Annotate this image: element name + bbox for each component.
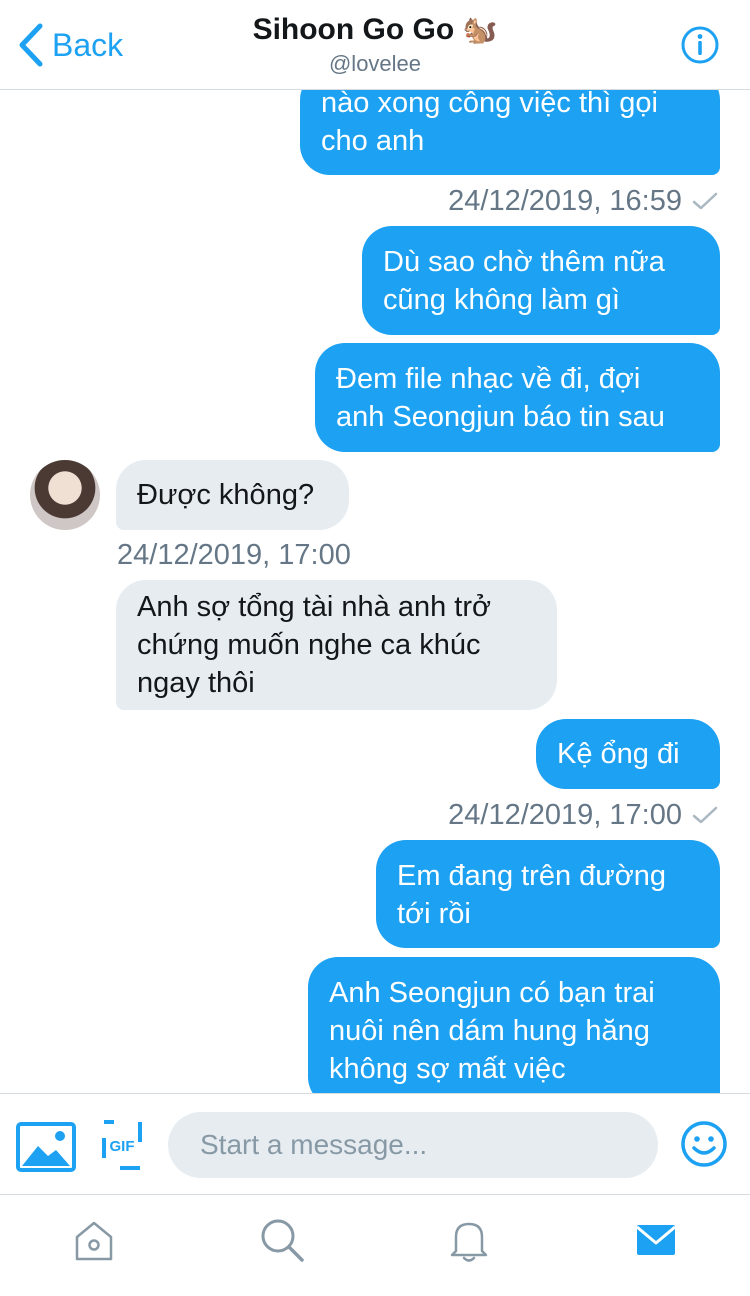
read-check-icon [692, 806, 718, 824]
message-timestamp: 24/12/2019, 17:00 [117, 537, 351, 573]
message-timestamp: 24/12/2019, 17:00 [448, 797, 718, 833]
bottom-tab-bar [0, 1194, 750, 1296]
gif-icon: GIF [102, 1120, 142, 1170]
message-bubble-outgoing[interactable]: Anh Seongjun có bạn trai nuôi nên dám hu… [308, 957, 720, 1093]
image-icon[interactable] [16, 1122, 76, 1172]
message-thread[interactable]: nào xong công việc thì gọi cho anh 24/12… [0, 90, 750, 1093]
chipmunk-emoji: 🐿️ [462, 14, 498, 45]
search-icon[interactable] [257, 1215, 307, 1265]
message-bubble-outgoing[interactable]: Kệ ổng đi [536, 719, 720, 789]
info-icon[interactable] [680, 25, 720, 65]
message-text: Anh Seongjun có bạn trai nuôi nên dám hu… [329, 977, 655, 1085]
message-text: Kệ ổng đi [557, 738, 680, 770]
timestamp-text: 24/12/2019, 17:00 [117, 539, 351, 571]
back-label: Back [52, 26, 124, 63]
messages-icon[interactable] [631, 1215, 681, 1265]
message-input[interactable] [168, 1112, 658, 1178]
message-text: Dù sao chờ thêm nữa cũng không làm gì [383, 246, 665, 316]
conversation-header: Back Sihoon Go Go 🐿️ @lovelee [0, 0, 750, 90]
svg-text:GIF: GIF [110, 1138, 135, 1155]
notifications-icon[interactable] [444, 1215, 494, 1265]
conversation-title-block[interactable]: Sihoon Go Go 🐿️ @lovelee [180, 10, 570, 78]
message-bubble-outgoing[interactable]: Em đang trên đường tới rồi [376, 840, 720, 948]
timestamp-text: 24/12/2019, 16:59 [448, 185, 682, 217]
contact-handle: @lovelee [328, 51, 422, 76]
message-text: Được không? [137, 479, 315, 511]
message-text: Anh sợ tổng tài nhà anh trở chứng muốn n… [137, 591, 492, 699]
contact-avatar[interactable] [30, 460, 100, 530]
message-bubble-outgoing[interactable]: nào xong công việc thì gọi cho anh [300, 90, 720, 175]
emoji-icon[interactable] [680, 1120, 728, 1168]
message-text: Đem file nhạc về đi, đợi anh Seongjun bá… [336, 363, 665, 433]
back-button[interactable]: Back [16, 22, 123, 68]
message-text: Em đang trên đường tới rồi [397, 860, 666, 930]
message-text: nào xong công việc thì gọi cho anh [321, 90, 658, 157]
home-icon[interactable] [69, 1215, 119, 1265]
chevron-left-icon [19, 23, 43, 67]
message-composer: GIF [0, 1093, 750, 1194]
message-timestamp: 24/12/2019, 16:59 [448, 183, 718, 219]
message-bubble-outgoing[interactable]: Đem file nhạc về đi, đợi anh Seongjun bá… [315, 343, 720, 452]
read-check-icon [692, 192, 718, 210]
message-bubble-incoming[interactable]: Được không? [116, 460, 349, 530]
message-bubble-outgoing[interactable]: Dù sao chờ thêm nữa cũng không làm gì [362, 226, 720, 335]
timestamp-text: 24/12/2019, 17:00 [448, 799, 682, 831]
conversation-title: Sihoon Go Go 🐿️ [180, 10, 570, 50]
message-bubble-incoming[interactable]: Anh sợ tổng tài nhà anh trở chứng muốn n… [116, 580, 557, 710]
contact-name: Sihoon Go Go [252, 13, 455, 46]
gif-button[interactable]: GIF [102, 1120, 142, 1170]
